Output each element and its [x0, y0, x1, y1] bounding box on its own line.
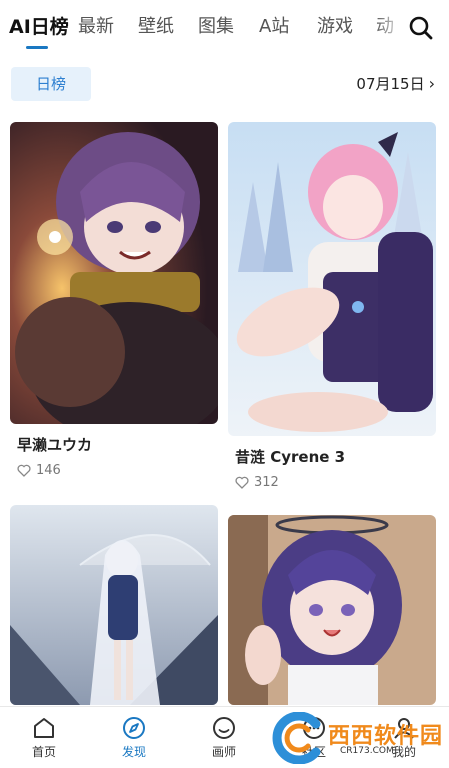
nav-discover-label: 发现 — [121, 745, 146, 759]
tab-a-station[interactable]: A站 — [259, 14, 289, 40]
tab-latest[interactable]: 最新 — [78, 14, 114, 40]
artwork-card[interactable] — [228, 515, 436, 705]
nav-artists-label: 画师 — [211, 745, 236, 759]
date-label: 07月15日 — [356, 75, 425, 93]
chevron-right-icon: › — [428, 74, 435, 93]
watermark: 西西软件园 CR173.COM — [258, 712, 448, 764]
artwork-image[interactable] — [10, 122, 218, 424]
active-tab-indicator — [26, 46, 48, 49]
artwork-card[interactable] — [10, 505, 218, 705]
nav-home-label: 首页 — [31, 745, 56, 759]
artwork-image[interactable] — [10, 505, 218, 705]
artwork-title: 昔涟 Cyrene 3 — [235, 448, 346, 466]
tab-fade — [375, 0, 405, 56]
artwork-card[interactable]: 昔涟 Cyrene 3 312 — [228, 122, 436, 490]
like-count[interactable]: 312 — [235, 475, 436, 490]
daily-rank-chip[interactable]: 日榜 — [11, 67, 91, 101]
tab-gallery[interactable]: 图集 — [198, 14, 234, 40]
heart-icon — [17, 464, 31, 477]
top-tab-bar: AI日榜 最新 壁纸 图集 A站 游戏 动 — [0, 0, 449, 56]
artwork-image[interactable] — [228, 515, 436, 705]
watermark-logo — [272, 712, 321, 764]
compass-icon — [123, 717, 145, 739]
nav-discover[interactable]: 发现 — [104, 715, 164, 760]
search-icon — [409, 16, 433, 40]
date-selector[interactable]: 07月15日 › — [356, 73, 435, 94]
nav-home[interactable]: 首页 — [14, 715, 74, 760]
nav-artists[interactable]: 画师 — [194, 715, 254, 760]
artwork-image[interactable] — [228, 122, 436, 436]
like-count[interactable]: 146 — [17, 463, 218, 478]
artwork-title: 早濑ユウカ — [17, 436, 93, 454]
like-count-value: 312 — [254, 475, 279, 490]
home-icon — [34, 718, 54, 738]
tab-games[interactable]: 游戏 — [317, 14, 353, 40]
search-button[interactable] — [405, 12, 437, 44]
artwork-card[interactable]: 早濑ユウカ 146 — [10, 122, 218, 478]
heart-icon — [235, 476, 249, 489]
watermark-subtext: CR173.COM — [340, 746, 394, 756]
tab-wallpaper[interactable]: 壁纸 — [138, 14, 174, 40]
like-count-value: 146 — [36, 463, 61, 478]
smile-icon — [213, 717, 235, 739]
tab-ai-daily[interactable]: AI日榜 — [9, 14, 69, 40]
